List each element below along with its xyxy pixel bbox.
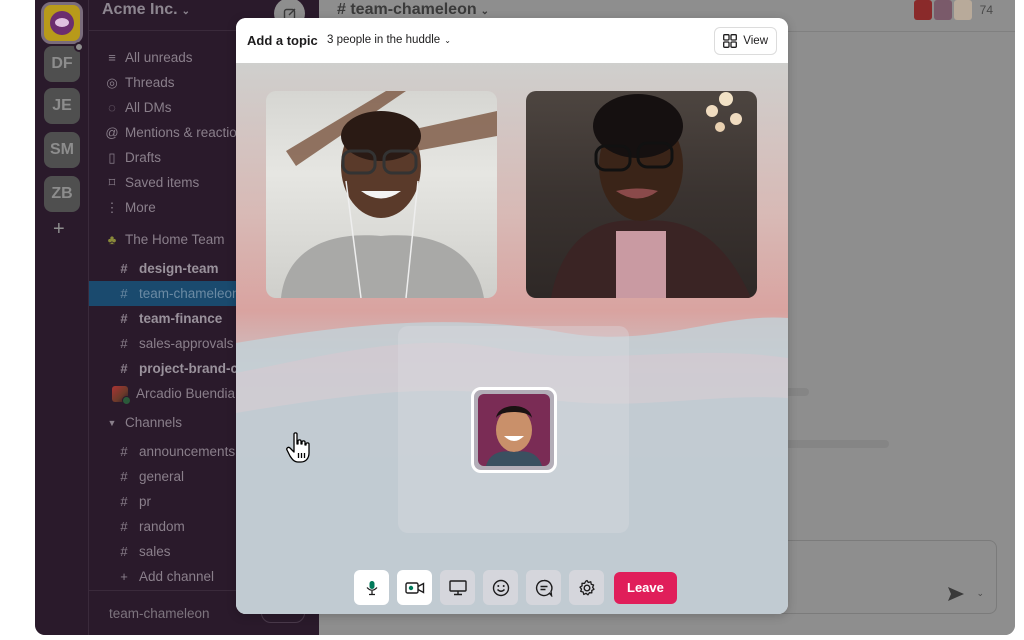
member-avatar	[953, 0, 972, 20]
workspace-acme[interactable]	[41, 2, 83, 44]
hash-icon: #	[120, 311, 128, 326]
huddle-people-button[interactable]: 3 people in the huddle ⌄	[327, 34, 451, 46]
thread-button[interactable]	[526, 570, 561, 605]
bookmark-icon: ⌑	[108, 174, 116, 190]
send-icon[interactable]	[948, 587, 964, 601]
hash-icon: #	[120, 544, 128, 559]
chevron-down-icon[interactable]: ⌄	[976, 588, 984, 599]
participant-video[interactable]	[526, 91, 757, 298]
add-workspace-button[interactable]: +	[53, 218, 65, 241]
channel-title[interactable]: # team-chameleon ⌄	[337, 1, 489, 19]
plant-icon: ♣	[107, 232, 117, 247]
participant-man-image	[551, 92, 751, 298]
drafts-icon: ▯	[108, 149, 116, 165]
members-button[interactable]: 74	[912, 0, 993, 20]
at-icon: @	[105, 125, 119, 140]
settings-button[interactable]	[569, 570, 604, 605]
member-avatar	[933, 0, 952, 20]
huddle-stage: Leave	[236, 63, 788, 614]
workspace-logo-icon	[50, 11, 74, 35]
plus-icon: +	[120, 569, 128, 584]
hash-icon: #	[120, 361, 128, 376]
workspace-df[interactable]: DF	[44, 42, 84, 82]
dms-icon: ◌	[108, 100, 116, 115]
chevron-down-icon: ⌄	[444, 36, 451, 45]
workspace-rail: DF JE SM ZB +	[35, 0, 89, 635]
member-avatar	[913, 0, 932, 20]
hash-icon: #	[120, 494, 128, 509]
workspace-sm[interactable]: SM	[44, 132, 80, 168]
member-count: 74	[979, 3, 993, 17]
hash-icon: #	[120, 469, 128, 484]
video-camera-icon	[404, 581, 424, 594]
huddle-header: Add a topic 3 people in the huddle ⌄ View	[236, 18, 788, 63]
monitor-icon	[448, 579, 467, 595]
hash-icon: #	[120, 261, 128, 276]
hash-icon: #	[120, 444, 128, 459]
grid-icon	[723, 34, 738, 48]
hash-icon: #	[120, 519, 128, 534]
reactions-button[interactable]	[483, 570, 518, 605]
hand-cursor-icon	[286, 432, 310, 463]
huddle-window: Add a topic 3 people in the huddle ⌄ View	[236, 18, 788, 614]
hash-icon: #	[120, 286, 128, 301]
more-icon: ⋮	[105, 199, 119, 215]
avatar	[478, 394, 550, 466]
workspace-name-button[interactable]: Acme Inc. ⌄	[102, 1, 190, 19]
participant-video[interactable]	[266, 91, 497, 298]
screen-share-button[interactable]	[440, 570, 475, 605]
chevron-down-icon: ⌄	[480, 6, 489, 17]
participant-woman-image	[281, 91, 497, 298]
unread-badge	[74, 42, 84, 52]
video-button[interactable]	[397, 570, 432, 605]
workspace-je[interactable]: JE	[44, 88, 80, 124]
huddle-channel-label: team-chameleon	[109, 606, 210, 621]
caret-down-icon: ▼	[107, 417, 117, 428]
self-participant-tile[interactable]	[471, 387, 557, 473]
self-avatar-image	[486, 406, 542, 466]
chat-bubble-icon	[535, 579, 553, 597]
gear-icon	[578, 579, 595, 595]
workspace-zb[interactable]: ZB	[44, 176, 80, 212]
view-button[interactable]: View	[714, 27, 777, 55]
microphone-icon	[366, 580, 377, 595]
avatar	[112, 385, 131, 405]
add-topic-button[interactable]: Add a topic	[247, 33, 318, 48]
chevron-down-icon: ⌄	[181, 6, 190, 17]
leave-button[interactable]: Leave	[614, 571, 677, 604]
list-icon: ≡	[108, 50, 116, 65]
hash-icon: #	[120, 336, 128, 351]
mic-button[interactable]	[354, 570, 389, 605]
threads-icon: ◎	[106, 74, 118, 90]
huddle-controls: Leave	[354, 570, 677, 605]
emoji-icon	[492, 579, 509, 596]
